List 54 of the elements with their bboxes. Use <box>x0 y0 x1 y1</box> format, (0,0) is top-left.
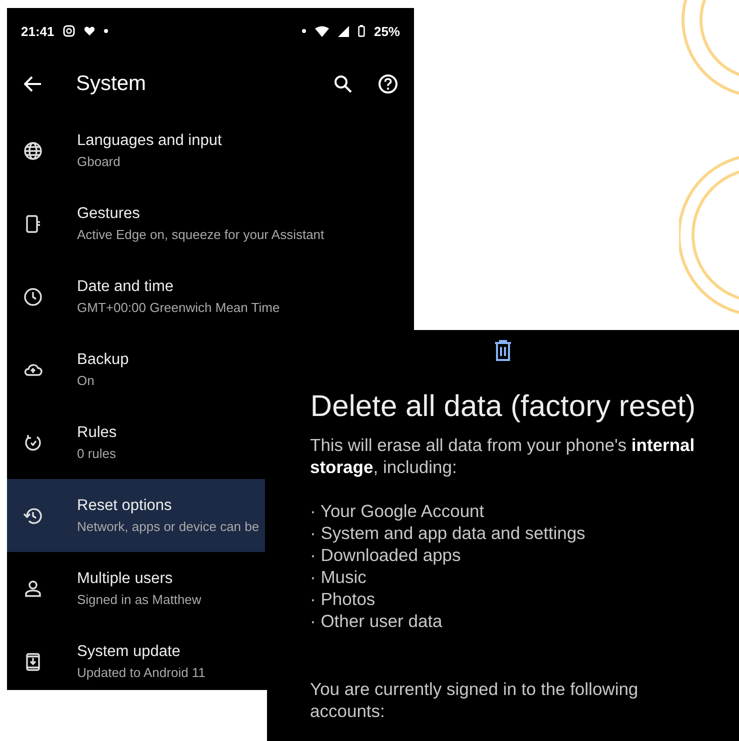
help-icon[interactable] <box>378 74 398 94</box>
item-subtitle: On <box>77 373 94 388</box>
data-list-item: · Music <box>310 566 366 588</box>
battery-icon <box>358 25 365 37</box>
setting-icon <box>23 578 43 598</box>
item-title: Date and time <box>77 278 174 296</box>
item-subtitle: Updated to Android 11 <box>77 665 206 680</box>
trash-icon <box>494 340 512 362</box>
accounts-notice: You are currently signed in to the following accounts: <box>310 678 640 722</box>
item-title: Reset options <box>77 497 172 515</box>
setting-icon <box>23 652 43 672</box>
wifi-icon <box>314 26 329 36</box>
data-list-item: · Photos <box>310 588 376 610</box>
item-title: Languages and input <box>77 132 222 150</box>
item-subtitle: Gboard <box>77 154 120 169</box>
item-subtitle: GMT+00:00 Greenwich Mean Time <box>77 300 280 315</box>
item-subtitle: 0 rules <box>77 446 116 461</box>
settings-item[interactable]: Date and time GMT+00:00 Greenwich Mean Time <box>7 260 286 333</box>
setting-icon <box>23 506 43 526</box>
item-subtitle: Signed in as Matthew <box>77 592 202 607</box>
camera-icon <box>63 25 76 37</box>
item-subtitle: Active Edge on, squeeze for your Assistant <box>77 227 324 242</box>
data-list-item: · Downloaded apps <box>310 544 461 566</box>
settings-item[interactable]: Reset options Network, apps or device can be <box>7 479 266 552</box>
data-list-item: · Other user data <box>310 610 442 632</box>
heart-icon <box>84 26 96 36</box>
data-list-item: · System and app data and settings <box>310 522 586 544</box>
signal-icon <box>338 26 349 36</box>
setting-icon <box>23 140 43 160</box>
setting-icon <box>23 214 43 234</box>
data-list-item: · Your Google Account <box>310 500 484 522</box>
settings-item[interactable]: Rules 0 rules <box>7 406 123 479</box>
status-time: 21:41 <box>21 24 54 38</box>
setting-icon <box>23 432 43 452</box>
item-title: Backup <box>77 351 129 369</box>
dialog-description: This will erase all data from your phone's internal storage, including: <box>310 434 696 478</box>
dot-icon <box>104 29 108 33</box>
settings-item[interactable]: Languages and input Gboard <box>7 114 228 187</box>
back-arrow-icon[interactable] <box>24 76 42 92</box>
dot-icon <box>302 29 306 33</box>
dialog-title: Delete all data (factory reset) <box>310 390 696 424</box>
item-title: Rules <box>77 424 117 442</box>
settings-item[interactable]: System update Updated to Android 11 <box>7 625 212 690</box>
item-title: System update <box>77 643 180 661</box>
settings-item[interactable]: Multiple users Signed in as Matthew <box>7 552 208 625</box>
item-title: Gestures <box>77 205 140 223</box>
settings-item[interactable]: Gestures Active Edge on, squeeze for your Assistant <box>7 187 330 260</box>
screen-title: System <box>76 72 148 96</box>
battery-level: 25% <box>374 24 400 38</box>
settings-item[interactable]: Backup On <box>7 333 135 406</box>
search-icon[interactable] <box>334 75 352 93</box>
item-subtitle: Network, apps or device can be <box>77 519 260 534</box>
setting-icon <box>23 286 43 306</box>
item-title: Multiple users <box>77 570 173 588</box>
